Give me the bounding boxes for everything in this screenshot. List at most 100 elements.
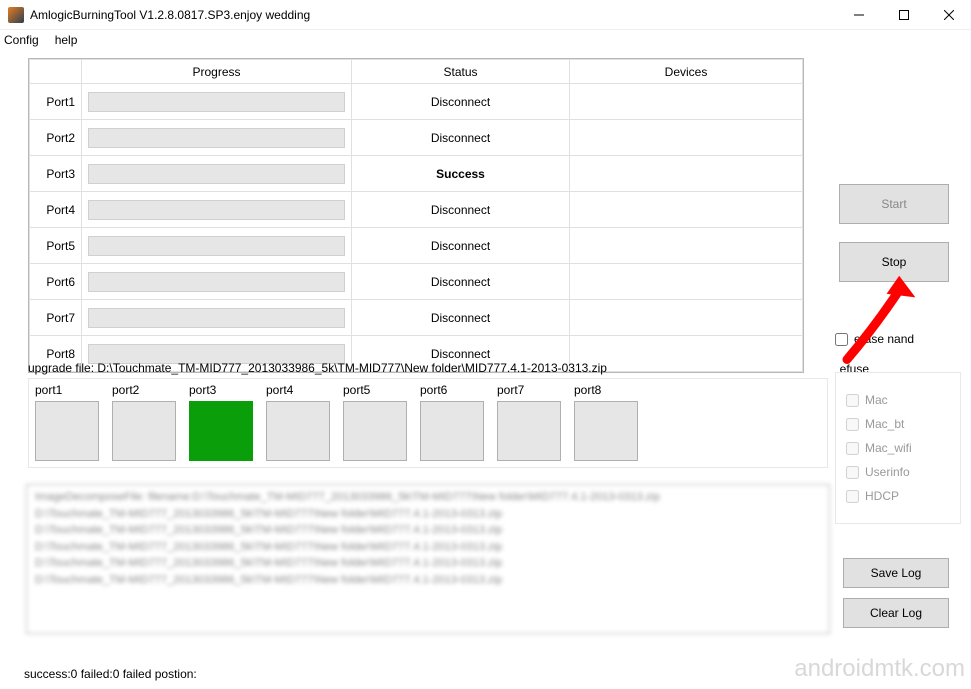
table-row: Port4 Disconnect [30, 192, 803, 228]
progress-cell [82, 156, 352, 192]
table-row: Port6 Disconnect [30, 264, 803, 300]
port-label: Port7 [30, 300, 82, 336]
port-box-square [343, 401, 407, 461]
efuse-macbt-checkbox[interactable]: Mac_bt [846, 417, 950, 431]
header-devices: Devices [570, 60, 803, 84]
table-row: Port5 Disconnect [30, 228, 803, 264]
port-box: port7 [497, 383, 561, 461]
menu-help[interactable]: help [55, 33, 78, 47]
start-button[interactable]: Start [839, 184, 949, 224]
port-box-label: port1 [35, 383, 99, 397]
minimize-button[interactable] [836, 0, 881, 30]
watermark: androidmtk.com [794, 655, 965, 683]
log-line: D:\Touchmate_TM-MID777_2013033986_5k\TM-… [35, 555, 821, 572]
progress-cell [82, 228, 352, 264]
progress-cell [82, 192, 352, 228]
stop-button[interactable]: Stop [839, 242, 949, 282]
port-box-label: port3 [189, 383, 253, 397]
port-box: port2 [112, 383, 176, 461]
port-label: Port4 [30, 192, 82, 228]
close-button[interactable] [926, 0, 971, 30]
port-box: port8 [574, 383, 638, 461]
status-cell: Disconnect [352, 192, 570, 228]
port-label: Port3 [30, 156, 82, 192]
efuse-userinfo-checkbox[interactable]: Userinfo [846, 465, 950, 479]
log-line: D:\Touchmate_TM-MID777_2013033986_5k\TM-… [35, 506, 821, 523]
content-area: androidmtk.com Progress Status Devices P… [0, 52, 971, 689]
port-box-label: port2 [112, 383, 176, 397]
clear-log-button[interactable]: Clear Log [843, 598, 949, 628]
port-box-label: port7 [497, 383, 561, 397]
efuse-group: Mac Mac_bt Mac_wifi Userinfo HDCP [835, 372, 961, 524]
window-title: AmlogicBurningTool V1.2.8.0817.SP3.enjoy… [30, 8, 836, 22]
port-box: port3 [189, 383, 253, 461]
header-progress: Progress [82, 60, 352, 84]
progress-cell [82, 120, 352, 156]
log-line: ImageDecomposeFile: filename:D:\Touchmat… [35, 489, 821, 506]
port-box-label: port8 [574, 383, 638, 397]
port-box-label: port5 [343, 383, 407, 397]
header-status: Status [352, 60, 570, 84]
status-cell: Disconnect [352, 84, 570, 120]
port-box: port4 [266, 383, 330, 461]
port-box-label: port4 [266, 383, 330, 397]
progress-cell [82, 264, 352, 300]
upgrade-file-label: upgrade file: D:\Touchmate_TM-MID777_201… [28, 361, 607, 375]
progress-cell [82, 300, 352, 336]
port-box: port1 [35, 383, 99, 461]
status-cell: Disconnect [352, 300, 570, 336]
app-icon [8, 7, 24, 23]
table-row: Port7 Disconnect [30, 300, 803, 336]
log-line: D:\Touchmate_TM-MID777_2013033986_5k\TM-… [35, 522, 821, 539]
status-cell: Disconnect [352, 228, 570, 264]
progress-bar [88, 236, 345, 256]
progress-bar [88, 308, 345, 328]
log-line: D:\Touchmate_TM-MID777_2013033986_5k\TM-… [35, 572, 821, 589]
devices-cell [570, 192, 803, 228]
efuse-hdcp-checkbox[interactable]: HDCP [846, 489, 950, 503]
port-label: Port6 [30, 264, 82, 300]
efuse-mac-checkbox[interactable]: Mac [846, 393, 950, 407]
progress-bar [88, 272, 345, 292]
progress-bar [88, 128, 345, 148]
port-label: Port5 [30, 228, 82, 264]
annotation-arrow [829, 274, 919, 364]
port-box-square [497, 401, 561, 461]
port-box-square [112, 401, 176, 461]
progress-bar [88, 164, 345, 184]
maximize-button[interactable] [881, 0, 926, 30]
port-box-square [189, 401, 253, 461]
table-row: Port3 Success [30, 156, 803, 192]
port-status-boxes: port1 port2 port3 port4 port5 port6 port7 port8 [28, 378, 828, 468]
save-log-button[interactable]: Save Log [843, 558, 949, 588]
status-cell: Disconnect [352, 264, 570, 300]
erase-nand-input[interactable] [835, 333, 848, 346]
log-area[interactable]: ImageDecomposeFile: filename:D:\Touchmat… [26, 484, 830, 634]
ports-table: Progress Status Devices Port1DisconnectP… [28, 58, 804, 373]
status-cell: Success [352, 156, 570, 192]
port-box-square [420, 401, 484, 461]
devices-cell [570, 264, 803, 300]
port-label: Port1 [30, 84, 82, 120]
menu-config[interactable]: Config [4, 33, 39, 47]
port-box-label: port6 [420, 383, 484, 397]
port-box: port5 [343, 383, 407, 461]
table-row: Port1 Disconnect [30, 84, 803, 120]
port-box-square [35, 401, 99, 461]
menubar: Config help [0, 30, 971, 50]
port-box-square [574, 401, 638, 461]
efuse-macwifi-checkbox[interactable]: Mac_wifi [846, 441, 950, 455]
status-bar: success:0 failed:0 failed postion: [24, 667, 197, 681]
progress-cell [82, 84, 352, 120]
progress-bar [88, 92, 345, 112]
titlebar: AmlogicBurningTool V1.2.8.0817.SP3.enjoy… [0, 0, 971, 30]
log-line: D:\Touchmate_TM-MID777_2013033986_5k\TM-… [35, 539, 821, 556]
devices-cell [570, 228, 803, 264]
port-label: Port2 [30, 120, 82, 156]
erase-nand-checkbox[interactable]: erase nand [835, 332, 955, 346]
devices-cell [570, 300, 803, 336]
progress-bar [88, 200, 345, 220]
erase-nand-label: erase nand [854, 332, 914, 346]
devices-cell [570, 84, 803, 120]
table-row: Port2Disconnect [30, 120, 803, 156]
